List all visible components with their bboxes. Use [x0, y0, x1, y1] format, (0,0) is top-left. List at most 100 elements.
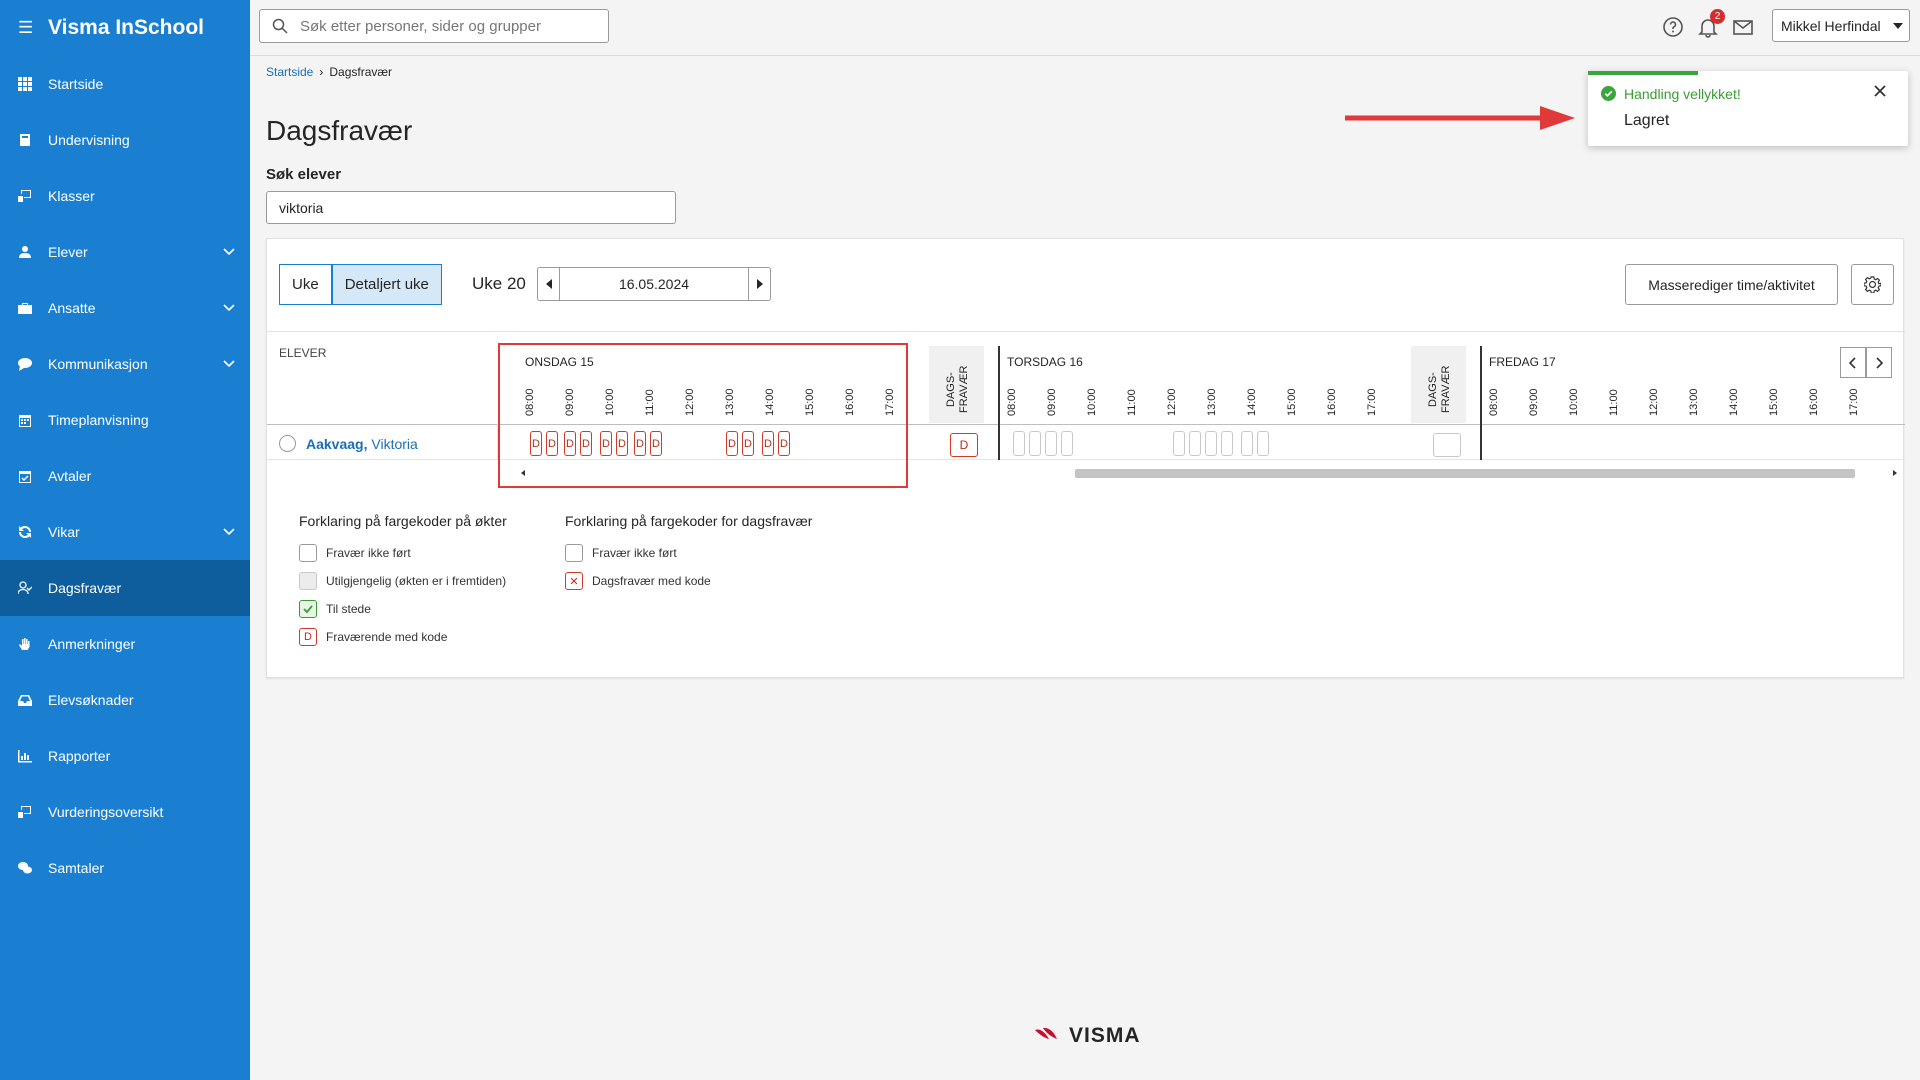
legend-grey-box: [299, 572, 317, 590]
session-cell-empty[interactable]: [1029, 431, 1041, 456]
help-icon[interactable]: [1662, 16, 1684, 38]
sidebar-item-avtaler[interactable]: Avtaler: [0, 448, 250, 504]
hour-label: 13:00: [1688, 388, 1700, 416]
sidebar-item-samtaler[interactable]: Samtaler: [0, 840, 250, 896]
hamburger-icon[interactable]: ☰: [18, 18, 48, 38]
view-toggle: Uke Detaljert uke: [279, 264, 442, 305]
sidebar-item-kommunikasjon[interactable]: Kommunikasjon: [0, 336, 250, 392]
session-cell-empty[interactable]: [1045, 431, 1057, 456]
sidebar-item-label: Dagsfravær: [48, 580, 122, 596]
topbar: 2 Mikkel Herfindal: [250, 0, 1920, 56]
grid-next-button[interactable]: [1866, 347, 1892, 378]
legend-sessions-title: Forklaring på fargekoder på økter: [299, 513, 507, 529]
session-cell-empty[interactable]: [1061, 431, 1073, 456]
sidebar-item-label: Elever: [48, 244, 88, 260]
legend-item: ✕ Dagsfravær med kode: [565, 572, 711, 590]
user-name: Mikkel Herfindal: [1781, 17, 1881, 34]
sidebar-item-label: Anmerkninger: [48, 636, 136, 652]
day-title-thursday: TORSDAG 16: [1007, 355, 1083, 369]
day-divider: [998, 346, 1000, 460]
daily-absence-cell-wednesday[interactable]: D: [950, 433, 978, 457]
app-title[interactable]: Visma InSchool: [48, 16, 204, 40]
session-cell-empty[interactable]: [1205, 431, 1217, 456]
user-check-icon: [18, 581, 48, 595]
hour-label: 08:00: [1488, 388, 1500, 416]
hour-label: 14:00: [1728, 388, 1740, 416]
chevron-down-icon: [223, 360, 235, 368]
view-detailed-week-button[interactable]: Detaljert uke: [331, 264, 442, 305]
legend-item: Til stede: [299, 600, 371, 618]
close-x-icon: ✕: [565, 572, 583, 590]
absence-card: Uke Detaljert uke Uke 20 16.05.2024 Mass…: [266, 238, 1905, 678]
hour-label: 17:00: [1366, 388, 1378, 416]
prev-date-button[interactable]: [538, 268, 560, 300]
sidebar-item-klasser[interactable]: Klasser: [0, 168, 250, 224]
date-value[interactable]: 16.05.2024: [560, 276, 748, 292]
elever-header: ELEVER: [279, 346, 327, 360]
daily-absence-cell-thursday[interactable]: [1433, 433, 1461, 457]
sidebar-item-vurderingsoversikt[interactable]: Vurderingsoversikt: [0, 784, 250, 840]
student-search-input[interactable]: [266, 191, 676, 224]
sidebar-item-vikar[interactable]: Vikar: [0, 504, 250, 560]
scroll-right-icon[interactable]: [1893, 470, 1897, 476]
legend-item: Fravær ikke ført: [299, 544, 411, 562]
bar-chart-icon: [18, 749, 48, 763]
sidebar-item-undervisning[interactable]: Undervisning: [0, 112, 250, 168]
page-title: Dagsfravær: [266, 115, 413, 146]
sidebar-item-elever[interactable]: Elever: [0, 224, 250, 280]
session-cell-empty[interactable]: [1189, 431, 1201, 456]
student-name-link[interactable]: Aakvaag, Viktoria: [306, 436, 418, 452]
search-input[interactable]: [300, 17, 590, 35]
mail-icon[interactable]: [1732, 16, 1754, 38]
breadcrumb-home[interactable]: Startside: [266, 65, 313, 79]
sidebar-item-ansatte[interactable]: Ansatte: [0, 280, 250, 336]
session-cell-empty[interactable]: [1013, 431, 1025, 456]
sidebar-item-rapporter[interactable]: Rapporter: [0, 728, 250, 784]
search-icon: [272, 18, 288, 34]
sidebar-item-label: Timeplanvisning: [48, 412, 149, 428]
session-cell-empty[interactable]: [1221, 431, 1233, 456]
bell-icon[interactable]: 2: [1697, 9, 1725, 38]
global-search[interactable]: [259, 9, 609, 43]
annotation-highlight-box: [498, 343, 908, 488]
mass-edit-button[interactable]: Masserediger time/aktivitet: [1625, 264, 1838, 305]
calendar-check-icon: [18, 469, 48, 483]
view-week-button[interactable]: Uke: [279, 264, 332, 305]
toast-title: Handling vellykket!: [1624, 86, 1741, 102]
student-search-label: Søk elever: [266, 166, 342, 183]
grid-prev-button[interactable]: [1840, 347, 1866, 378]
sidebar-item-startside[interactable]: Startside: [0, 56, 250, 112]
sidebar-item-dagsfravaer[interactable]: Dagsfravær: [0, 560, 250, 616]
user-menu-button[interactable]: Mikkel Herfindal: [1772, 9, 1910, 42]
sidebar-item-elevsoknader[interactable]: Elevsøknader: [0, 672, 250, 728]
legend-item: Utilgjengelig (økten er i fremtiden): [299, 572, 506, 590]
legend-item: Fravær ikke ført: [565, 544, 677, 562]
legend-label: Utilgjengelig (økten er i fremtiden): [326, 574, 507, 588]
dags-header-wednesday: DAGS- FRAVÆR: [929, 346, 984, 423]
briefcase-icon: [18, 301, 48, 315]
sidebar-item-timeplanvisning[interactable]: Timeplanvisning: [0, 392, 250, 448]
hand-icon: [18, 637, 48, 651]
next-date-button[interactable]: [748, 268, 770, 300]
scrollbar-thumb[interactable]: [1075, 469, 1855, 478]
sidebar: ☰ Visma InSchool Startside Undervisning …: [0, 0, 250, 1080]
chat-bubbles-icon: [18, 861, 48, 875]
visma-logo: VISMA: [1033, 1024, 1141, 1048]
student-select-checkbox[interactable]: [279, 435, 296, 452]
settings-button[interactable]: [1851, 264, 1894, 305]
legend-absent-box: D: [299, 628, 317, 646]
session-cell-empty[interactable]: [1241, 431, 1253, 456]
session-cell-empty[interactable]: [1173, 431, 1185, 456]
day-title-friday: FREDAG 17: [1489, 355, 1556, 369]
visma-logo-mark: [1035, 1027, 1057, 1039]
footer-brand: VISMA: [1069, 1024, 1141, 1047]
breadcrumb-current: Dagsfravær: [329, 65, 393, 79]
session-cell-empty[interactable]: [1257, 431, 1269, 456]
hour-label: 08:00: [1006, 388, 1018, 416]
sidebar-item-anmerkninger[interactable]: Anmerkninger: [0, 616, 250, 672]
book-icon: [18, 133, 48, 147]
hour-label: 15:00: [1286, 388, 1298, 416]
sidebar-item-label: Vikar: [48, 524, 80, 540]
close-icon[interactable]: [1874, 85, 1886, 97]
hour-label: 14:00: [1246, 388, 1258, 416]
